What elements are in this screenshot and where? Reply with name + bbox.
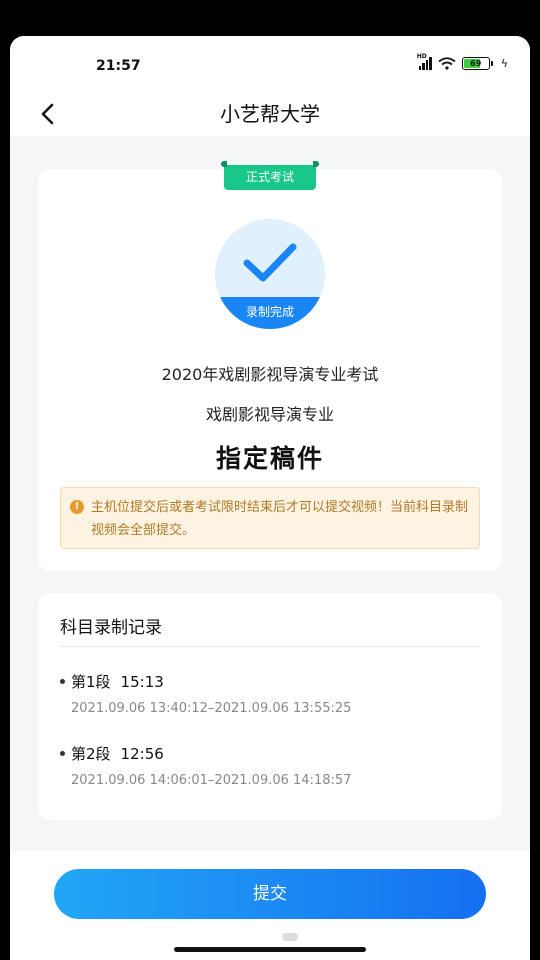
subject-title: 指定稿件 [215, 444, 324, 473]
submit-notice: ! 主机位提交后或者考试限时结束后才可以提交视频！当前科目录制视频会全部提交。 [60, 487, 480, 549]
record-label: 第1段 [71, 673, 111, 691]
records-title: 科目录制记录 [60, 618, 162, 638]
battery-icon: 69 [461, 57, 493, 70]
notice-text: 主机位提交后或者考试限时结束后才可以提交视频！当前科目录制视频会全部提交。 [91, 500, 469, 538]
exam-tag: 正式考试 [221, 161, 319, 190]
major-name: 戏剧影视导演专业 [205, 405, 334, 424]
gesture-hint [282, 933, 298, 941]
bullet-icon [60, 751, 65, 756]
nav-bar: 小艺帮大学 [10, 92, 530, 136]
warning-icon: ! [70, 500, 84, 514]
exam-card: 正式考试 录制完成 2020年戏剧影视导演专业考试 戏剧影视导演专业 指定稿件 … [38, 161, 502, 571]
cellular-signal-icon: HD [417, 53, 432, 70]
page-title: 小艺帮大学 [220, 102, 320, 126]
record-status-label: 录制完成 [215, 297, 325, 329]
charging-icon: ϟ [500, 57, 508, 70]
record-duration: 15:13 [120, 672, 164, 691]
record-time-range: 2021.09.06 13:40:12–2021.09.06 13:55:25 [71, 701, 352, 716]
record-complete-badge: 录制完成 [215, 219, 325, 329]
record-item: 第1段 15:13 2021.09.06 13:40:12–2021.09.06… [60, 671, 480, 716]
chevron-left-icon [41, 103, 54, 125]
exam-name: 2020年戏剧影视导演专业考试 [161, 365, 379, 384]
status-time: 21:57 [96, 58, 141, 74]
home-indicator[interactable] [174, 947, 366, 952]
back-button[interactable] [32, 98, 62, 130]
bottom-action-bar: 提交 [10, 851, 530, 960]
bullet-icon [60, 679, 65, 684]
app-screen: 21:57 HD 69 ϟ 小艺帮大学 正式考试 录制完成 2020年戏剧影视导… [10, 36, 530, 960]
checkmark-icon [243, 243, 297, 282]
status-icons: HD 69 ϟ [417, 53, 508, 70]
submit-button[interactable]: 提交 [54, 869, 486, 919]
wifi-icon [438, 57, 456, 70]
record-duration: 12:56 [120, 744, 164, 763]
record-item: 第2段 12:56 2021.09.06 14:06:01–2021.09.06… [60, 743, 480, 788]
record-time-range: 2021.09.06 14:06:01–2021.09.06 14:18:57 [71, 773, 352, 788]
network-label: HD [416, 53, 427, 60]
record-label: 第2段 [71, 745, 111, 763]
status-bar: 21:57 HD 69 ϟ [10, 36, 530, 92]
divider [60, 646, 480, 647]
records-card: 科目录制记录 第1段 15:13 2021.09.06 13:40:12–202… [38, 593, 502, 820]
battery-level: 69 [470, 59, 482, 68]
